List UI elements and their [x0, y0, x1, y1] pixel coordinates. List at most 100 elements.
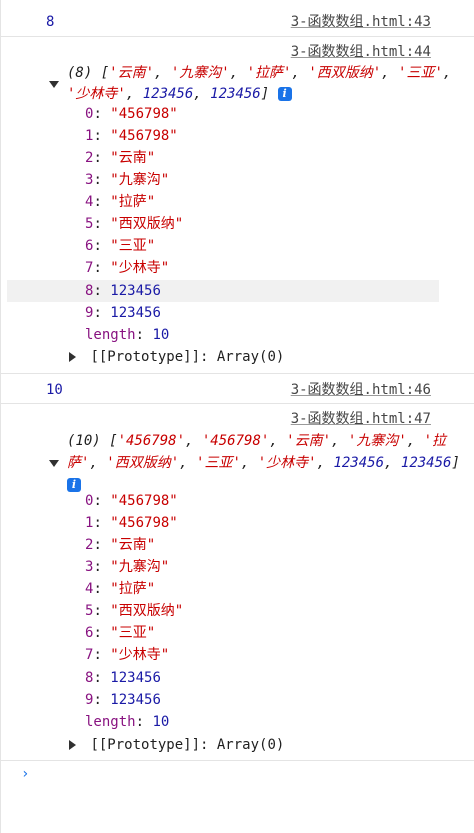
entry-key: 9 — [85, 692, 94, 708]
prototype-row[interactable]: [[Prototype]]: Array(0) — [69, 346, 284, 368]
preview-item: 123456 — [333, 455, 385, 471]
info-icon[interactable]: i — [67, 478, 81, 492]
preview-item: '456798' — [117, 433, 186, 449]
preview-item: 123456 — [210, 86, 261, 102]
entry-value: "少林寺" — [110, 260, 170, 276]
preview-item: '云南' — [286, 433, 332, 449]
array-preview: (10) ['456798', '456798', '云南', '九寨沟', '… — [67, 433, 460, 492]
prototype-value: Array(0) — [216, 349, 285, 365]
length-value: 10 — [152, 714, 170, 730]
console-prompt-icon[interactable]: › — [21, 766, 29, 782]
length-key: length — [85, 714, 136, 730]
entry-value: "西双版纳" — [110, 216, 184, 232]
preview-item: '三亚' — [196, 455, 241, 471]
console-message: 3-函数数组.html:44 (8) ['云南', '九寨沟', '拉萨', '… — [1, 36, 474, 374]
array-entry: 3: "九寨沟" — [85, 172, 170, 188]
entry-value: "云南" — [110, 537, 156, 553]
array-entry: 1: "456798" — [85, 515, 178, 531]
array-summary[interactable]: (10) ['456798', '456798', '云南', '九寨沟', '… — [49, 430, 469, 496]
source-link[interactable]: 3-函数数组.html:44 — [291, 41, 431, 63]
array-entry: 7: "少林寺" — [85, 647, 170, 663]
array-entry: 8: 123456 — [85, 283, 161, 299]
length-property: length: 10 — [85, 327, 170, 343]
entry-key: 9 — [85, 305, 94, 321]
entry-key: 3 — [85, 559, 94, 575]
row-hover-highlight — [7, 280, 439, 302]
entry-value: "拉萨" — [110, 194, 156, 210]
expand-arrow-icon[interactable] — [69, 352, 76, 362]
array-entry: 1: "456798" — [85, 128, 178, 144]
log-value: 10 — [46, 382, 63, 398]
entry-key: 2 — [85, 150, 94, 166]
entry-key: 4 — [85, 194, 94, 210]
array-entry: 4: "拉萨" — [85, 194, 156, 210]
entry-value: "456798" — [110, 515, 178, 531]
array-entry: 9: 123456 — [85, 305, 161, 321]
expand-arrow-icon[interactable] — [49, 460, 59, 467]
length-value: 10 — [152, 327, 170, 343]
source-link[interactable]: 3-函数数组.html:46 — [291, 379, 431, 401]
entry-key: 5 — [85, 216, 94, 232]
entry-value: "456798" — [110, 128, 178, 144]
prototype-row[interactable]: [[Prototype]]: Array(0) — [69, 734, 284, 756]
expand-arrow-icon[interactable] — [69, 740, 76, 750]
log-value: 8 — [46, 14, 55, 30]
array-entry: 5: "西双版纳" — [85, 216, 184, 232]
source-link[interactable]: 3-函数数组.html:47 — [291, 408, 431, 430]
prototype-label: [[Prototype]] — [90, 737, 201, 753]
devtools-console: 8 3-函数数组.html:43 3-函数数组.html:44 (8) ['云南… — [0, 0, 474, 833]
prototype-label: [[Prototype]] — [90, 349, 201, 365]
preview-item: '456798' — [201, 433, 270, 449]
preview-item: '三亚' — [398, 65, 443, 81]
entry-key: 0 — [85, 493, 94, 509]
entry-key: 1 — [85, 128, 94, 144]
entry-value: "西双版纳" — [110, 603, 184, 619]
preview-item: '西双版纳' — [106, 455, 180, 471]
info-icon[interactable]: i — [277, 87, 292, 101]
entry-value: "少林寺" — [110, 647, 170, 663]
entry-key: 6 — [85, 625, 94, 641]
array-count: (10) — [67, 433, 101, 449]
console-message: 3-函数数组.html:47 (10) ['456798', '456798',… — [1, 403, 474, 760]
preview-item: '拉萨' — [246, 65, 292, 81]
entry-value: 123456 — [110, 283, 161, 299]
array-count: (8) — [67, 65, 93, 81]
entry-value: 123456 — [110, 670, 161, 686]
preview-item: '九寨沟' — [170, 65, 230, 81]
array-entry: 6: "三亚" — [85, 238, 156, 254]
entry-key: 7 — [85, 260, 94, 276]
preview-item: '西双版纳' — [308, 65, 382, 81]
preview-item: '九寨沟' — [347, 433, 407, 449]
array-entry: 4: "拉萨" — [85, 581, 156, 597]
preview-item: '云南' — [109, 65, 155, 81]
expand-arrow-icon[interactable] — [49, 81, 59, 88]
array-entry: 2: "云南" — [85, 150, 156, 166]
preview-item: 123456 — [400, 455, 452, 471]
entry-key: 0 — [85, 106, 94, 122]
entry-key: 8 — [85, 670, 94, 686]
entry-key: 1 — [85, 515, 94, 531]
entry-key: 6 — [85, 238, 94, 254]
entry-value: "三亚" — [110, 625, 156, 641]
array-entry: 0: "456798" — [85, 106, 178, 122]
array-entry: 2: "云南" — [85, 537, 156, 553]
entry-value: "拉萨" — [110, 581, 156, 597]
entry-value: "九寨沟" — [110, 559, 170, 575]
array-entry: 9: 123456 — [85, 692, 161, 708]
entry-value: "九寨沟" — [110, 172, 170, 188]
array-entry: 3: "九寨沟" — [85, 559, 170, 575]
source-link[interactable]: 3-函数数组.html:43 — [291, 11, 431, 33]
entry-key: 4 — [85, 581, 94, 597]
entry-key: 8 — [85, 283, 94, 299]
array-summary[interactable]: (8) ['云南', '九寨沟', '拉萨', '西双版纳', '三亚', '少… — [49, 63, 469, 107]
entry-value: 123456 — [110, 305, 161, 321]
console-message: 8 3-函数数组.html:43 — [1, 0, 474, 37]
length-property: length: 10 — [85, 714, 170, 730]
console-message: 10 3-函数数组.html:46 — [1, 373, 474, 404]
entry-key: 2 — [85, 537, 94, 553]
preview-item: '少林寺' — [257, 455, 317, 471]
entry-value: "三亚" — [110, 238, 156, 254]
entry-key: 5 — [85, 603, 94, 619]
length-key: length — [85, 327, 136, 343]
entry-key: 7 — [85, 647, 94, 663]
